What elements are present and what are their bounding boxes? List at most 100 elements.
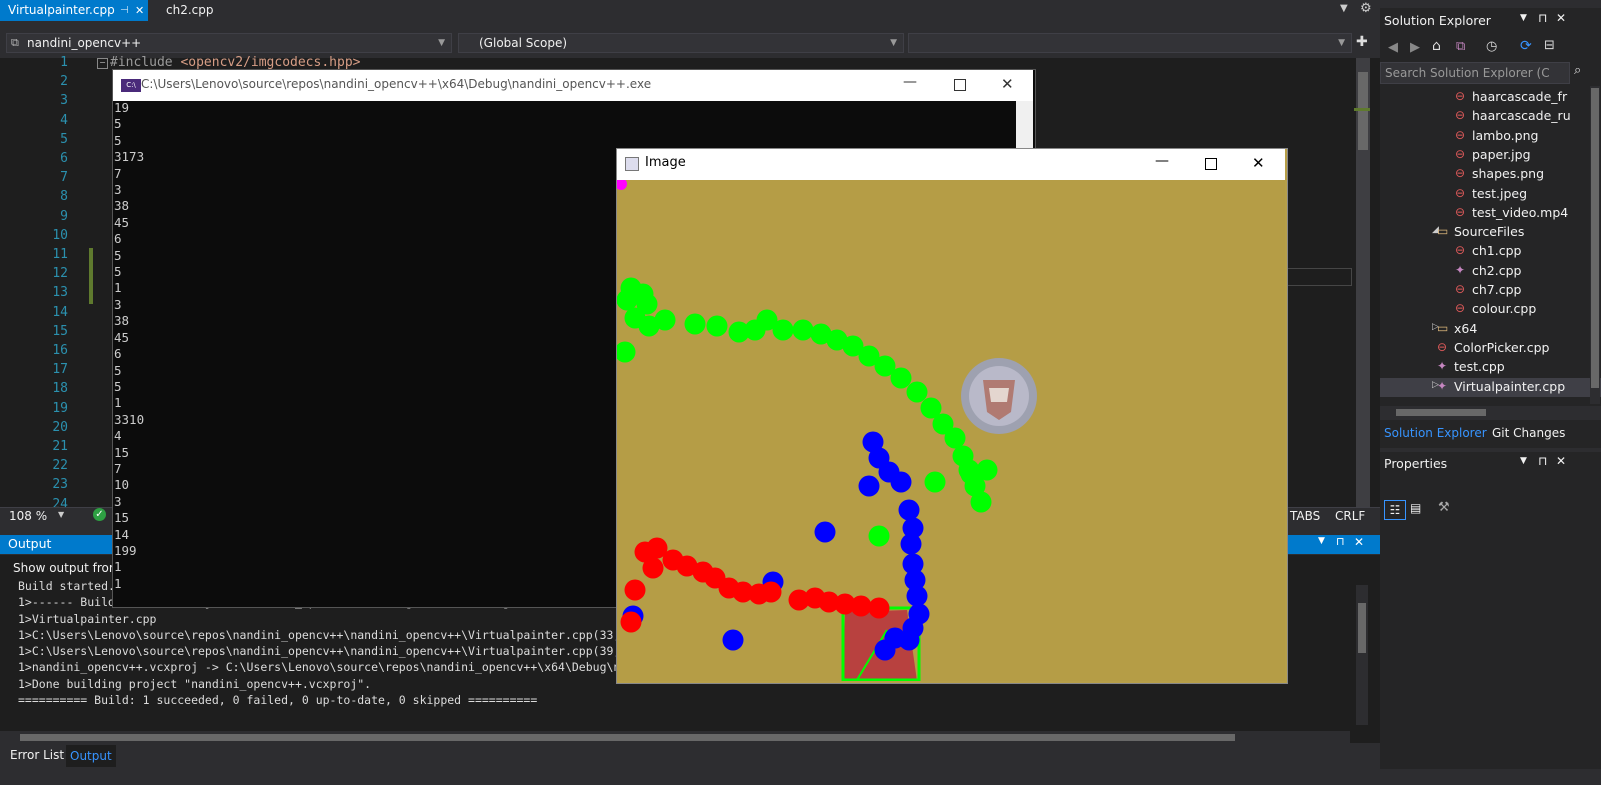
- chevron-down-icon[interactable]: ▼: [1520, 456, 1527, 466]
- blue-paint-dot: [722, 629, 744, 651]
- file-icon: ⊖: [1455, 108, 1466, 123]
- zoom-level[interactable]: 108 %: [9, 509, 47, 523]
- project-combo[interactable]: ⧉ nandini_opencv++ ▼: [6, 33, 452, 53]
- console-line: 5: [114, 116, 122, 132]
- tree-hscrollbar[interactable]: [1380, 406, 1601, 420]
- console-line: 7: [114, 165, 122, 181]
- close-icon[interactable]: ✕: [1252, 154, 1265, 172]
- tab-error-list[interactable]: Error List: [10, 748, 64, 762]
- line-number: 1: [60, 55, 68, 70]
- tree-item[interactable]: ◢ ▭ SourceFiles: [1380, 223, 1601, 242]
- refresh-icon[interactable]: ⟳: [1520, 38, 1532, 54]
- tree-item[interactable]: ⊖ colour.cpp: [1380, 300, 1601, 319]
- tree-vscrollbar-thumb[interactable]: [1591, 88, 1599, 388]
- red-paint-dot: [620, 611, 642, 633]
- close-icon[interactable]: ✕: [1556, 11, 1566, 25]
- split-icon[interactable]: ✚: [1356, 34, 1368, 50]
- console-line: 7: [114, 460, 122, 476]
- close-icon[interactable]: ✕: [135, 0, 144, 21]
- red-paint-dot: [868, 597, 890, 619]
- tree-item[interactable]: ⊖ ColorPicker.cpp: [1380, 339, 1601, 358]
- tree-item[interactable]: ⊖ test.jpeg: [1380, 185, 1601, 204]
- tree-item[interactable]: ⊖ ch7.cpp: [1380, 281, 1601, 300]
- search-icon[interactable]: ⌕: [1574, 63, 1581, 78]
- tab-dropdown-icon[interactable]: ▼: [1340, 3, 1348, 14]
- editor-scrollbar-thumb[interactable]: [1358, 72, 1368, 150]
- output-line: 1>C:\Users\Lenovo\source\repos\nandini_o…: [18, 644, 621, 659]
- maximize-icon[interactable]: [1205, 158, 1217, 170]
- indent-mode[interactable]: TABS: [1290, 509, 1320, 523]
- scope-combo[interactable]: (Global Scope) ▼: [458, 33, 904, 53]
- console-line: 45: [114, 214, 130, 230]
- tree-item[interactable]: ⊖ ch1.cpp: [1380, 242, 1601, 261]
- tree-item[interactable]: ✦ test.cpp: [1380, 358, 1601, 377]
- line-number: 13: [52, 285, 68, 301]
- minimize-icon[interactable]: —: [903, 74, 917, 90]
- gear-icon[interactable]: ⚙: [1360, 1, 1372, 16]
- minimize-icon[interactable]: —: [1155, 153, 1169, 169]
- tree-hscrollbar-thumb[interactable]: [1396, 409, 1486, 416]
- close-icon[interactable]: ✕: [1001, 75, 1014, 93]
- fold-icon[interactable]: −: [97, 58, 108, 69]
- tree-item[interactable]: ▷ ✦ Virtualpainter.cpp: [1380, 377, 1601, 397]
- switch-views-icon[interactable]: ⧉: [1456, 39, 1465, 54]
- project-icon: ⧉: [11, 36, 19, 49]
- maximize-icon[interactable]: [954, 79, 966, 91]
- tab-output[interactable]: Output: [66, 745, 116, 767]
- chevron-down-icon[interactable]: ▼: [1318, 536, 1325, 546]
- tree-vscrollbar[interactable]: [1590, 86, 1600, 404]
- no-issues-icon[interactable]: ✓: [93, 508, 106, 521]
- wrench-icon[interactable]: ⚒: [1438, 500, 1450, 515]
- tab-ch2[interactable]: ch2.cpp: [158, 0, 234, 21]
- output-scrollbar-thumb[interactable]: [1358, 603, 1366, 653]
- tree-item[interactable]: ⊖ haarcascade_fr: [1380, 88, 1601, 107]
- categorized-icon[interactable]: ☷: [1384, 500, 1406, 520]
- output-hscrollbar[interactable]: [0, 731, 1350, 743]
- forward-icon[interactable]: ▶: [1410, 40, 1420, 55]
- tree-item[interactable]: ▷ ▭ x64: [1380, 320, 1601, 339]
- output-line: 1>C:\Users\Lenovo\source\repos\nandini_o…: [18, 627, 621, 642]
- console-title-bar[interactable]: C:\ C:\Users\Lenovo\source\repos\nandini…: [113, 70, 1033, 101]
- home-icon[interactable]: ⌂: [1432, 38, 1441, 54]
- line-number: 3: [60, 93, 68, 109]
- line-ending[interactable]: CRLF: [1335, 509, 1365, 523]
- tab-git-changes[interactable]: Git Changes: [1492, 426, 1565, 440]
- history-icon[interactable]: ◷: [1486, 39, 1497, 54]
- console-output: 19 5 5 3173 7 3 38 45 6 5 5 1 3 38 45 6 5 5 1 3310 4 15 7 10 3 15…: [114, 100, 144, 592]
- output-hscrollbar-thumb[interactable]: [20, 734, 1235, 741]
- close-icon[interactable]: ✕: [1556, 454, 1566, 468]
- back-icon[interactable]: ◀: [1388, 40, 1398, 55]
- tree-item[interactable]: ⊖ test_video.mp4: [1380, 204, 1601, 223]
- green-paint-dot: [654, 309, 676, 331]
- tree-item-label: shapes.png: [1472, 166, 1544, 182]
- solution-search-input[interactable]: Search Solution Explorer (C: [1380, 62, 1570, 84]
- blue-paint-dot: [814, 521, 836, 543]
- tree-item[interactable]: ✦ ch2.cpp: [1380, 262, 1601, 281]
- preprocessor-keyword: #include: [110, 55, 173, 70]
- pin-icon[interactable]: ⊓: [1538, 454, 1547, 468]
- tree-item[interactable]: ⊖ lambo.png: [1380, 127, 1601, 146]
- chevron-down-icon[interactable]: ▼: [58, 510, 64, 519]
- pin-icon[interactable]: ⊣: [120, 0, 129, 21]
- blue-paint-dot: [858, 475, 880, 497]
- tree-item[interactable]: ⊖ shapes.png: [1380, 165, 1601, 184]
- pin-icon[interactable]: ⊓: [1538, 11, 1547, 25]
- green-paint-dot: [970, 491, 992, 513]
- output-scrollbar[interactable]: [1356, 585, 1368, 725]
- console-line: 3: [114, 182, 122, 198]
- tree-item[interactable]: ⊖ paper.jpg: [1380, 146, 1601, 165]
- tree-item[interactable]: ⊖ haarcascade_ru: [1380, 107, 1601, 126]
- member-combo[interactable]: ▼: [908, 33, 1352, 53]
- change-marker: [89, 248, 93, 304]
- pin-icon[interactable]: ⊓: [1336, 535, 1345, 548]
- properties-title: Properties: [1384, 456, 1448, 471]
- tab-virtualpainter[interactable]: Virtualpainter.cpp ⊣ ✕: [0, 0, 148, 21]
- collapse-all-icon[interactable]: ⊟: [1544, 38, 1555, 53]
- image-title-bar[interactable]: Image — ✕: [617, 149, 1285, 180]
- file-icon: ⊖: [1455, 282, 1466, 296]
- chevron-down-icon[interactable]: ▼: [1520, 13, 1527, 23]
- property-pages-icon[interactable]: ▤: [1410, 501, 1421, 515]
- close-icon[interactable]: ✕: [1354, 535, 1364, 549]
- tab-solution-explorer[interactable]: Solution Explorer: [1384, 426, 1487, 440]
- line-number: 9: [60, 208, 68, 224]
